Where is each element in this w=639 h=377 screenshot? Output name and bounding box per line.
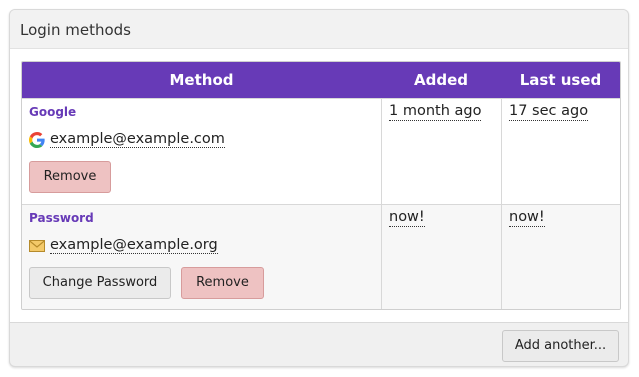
add-another-button[interactable]: Add another... xyxy=(502,330,619,362)
google-icon xyxy=(29,131,45,148)
added-cell: 1 month ago xyxy=(381,99,501,204)
table-header: Method Added Last used xyxy=(22,62,620,98)
table-row: Password example@example.org Change Pass… xyxy=(22,204,620,309)
last-used-timestamp: 17 sec ago xyxy=(509,103,589,121)
method-cell: Password example@example.org Change Pass… xyxy=(22,205,381,309)
method-identity: example@example.org xyxy=(29,237,218,254)
remove-google-button[interactable]: Remove xyxy=(29,161,111,193)
login-methods-table: Method Added Last used Google example@ex… xyxy=(21,61,621,310)
login-methods-panel: Login methods Method Added Last used Goo… xyxy=(9,9,629,367)
added-timestamp: now! xyxy=(389,209,425,227)
method-identity: example@example.com xyxy=(29,131,225,148)
column-header-method: Method xyxy=(169,71,234,89)
panel-body: Method Added Last used Google example@ex… xyxy=(10,48,628,323)
identity-email[interactable]: example@example.com xyxy=(50,131,225,148)
column-header-added: Added xyxy=(414,71,468,89)
method-name: Password xyxy=(29,211,94,225)
panel-title: Login methods xyxy=(10,10,628,48)
column-header-last-used: Last used xyxy=(519,71,602,89)
added-timestamp: 1 month ago xyxy=(389,103,482,121)
envelope-icon xyxy=(29,238,45,254)
method-name: Google xyxy=(29,105,77,119)
last-used-timestamp: now! xyxy=(509,209,545,227)
last-used-cell: 17 sec ago xyxy=(501,99,620,204)
table-row: Google example@example.com Remove 1 mont… xyxy=(22,98,620,204)
remove-password-button[interactable]: Remove xyxy=(181,267,264,299)
added-cell: now! xyxy=(381,205,501,309)
method-cell: Google example@example.com Remove xyxy=(22,99,381,204)
last-used-cell: now! xyxy=(501,205,620,309)
change-password-button[interactable]: Change Password xyxy=(29,267,171,299)
identity-email[interactable]: example@example.org xyxy=(50,237,218,254)
